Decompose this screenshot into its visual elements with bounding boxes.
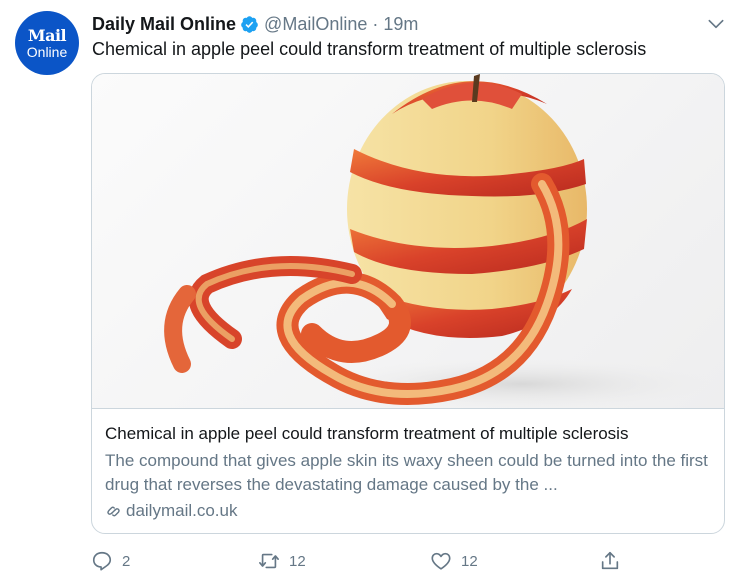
avatar-logo-mail: Mail bbox=[27, 25, 67, 45]
card-image[interactable] bbox=[92, 74, 724, 409]
avatar[interactable]: Mail Online bbox=[15, 11, 79, 75]
tweet-header: Daily Mail Online @MailOnline · 19m bbox=[92, 11, 418, 37]
verified-badge-icon bbox=[241, 15, 258, 33]
reply-button[interactable]: 2 bbox=[91, 549, 130, 573]
peeled-apple-image bbox=[164, 74, 722, 408]
retweet-icon bbox=[259, 553, 279, 569]
card-description: The compound that gives apple skin its w… bbox=[105, 451, 708, 494]
reply-icon bbox=[92, 551, 112, 571]
tweet-timestamp[interactable]: 19m bbox=[383, 14, 418, 35]
avatar-logo-online: Online bbox=[26, 43, 68, 60]
chevron-down-icon[interactable] bbox=[706, 14, 726, 34]
like-count: 12 bbox=[461, 552, 478, 570]
link-card[interactable]: Chemical in apple peel could transform t… bbox=[91, 73, 725, 534]
separator-dot: · bbox=[372, 13, 379, 34]
retweet-count: 12 bbox=[289, 552, 306, 570]
account-handle[interactable]: @MailOnline bbox=[264, 14, 367, 35]
tweet[interactable]: Mail Online Daily Mail Online @MailOnlin… bbox=[0, 0, 746, 587]
reply-count: 2 bbox=[122, 552, 131, 570]
share-icon bbox=[601, 551, 619, 570]
like-icon bbox=[431, 552, 451, 570]
card-domain[interactable]: dailymail.co.uk bbox=[105, 501, 238, 521]
card-domain-text: dailymail.co.uk bbox=[126, 501, 238, 520]
card-title[interactable]: Chemical in apple peel could transform t… bbox=[105, 424, 628, 444]
account-name[interactable]: Daily Mail Online bbox=[92, 14, 236, 35]
retweet-button[interactable]: 12 bbox=[258, 549, 306, 573]
link-icon bbox=[107, 506, 120, 516]
share-button[interactable] bbox=[599, 549, 630, 573]
like-button[interactable]: 12 bbox=[430, 549, 478, 573]
tweet-text: Chemical in apple peel could transform t… bbox=[92, 39, 647, 59]
